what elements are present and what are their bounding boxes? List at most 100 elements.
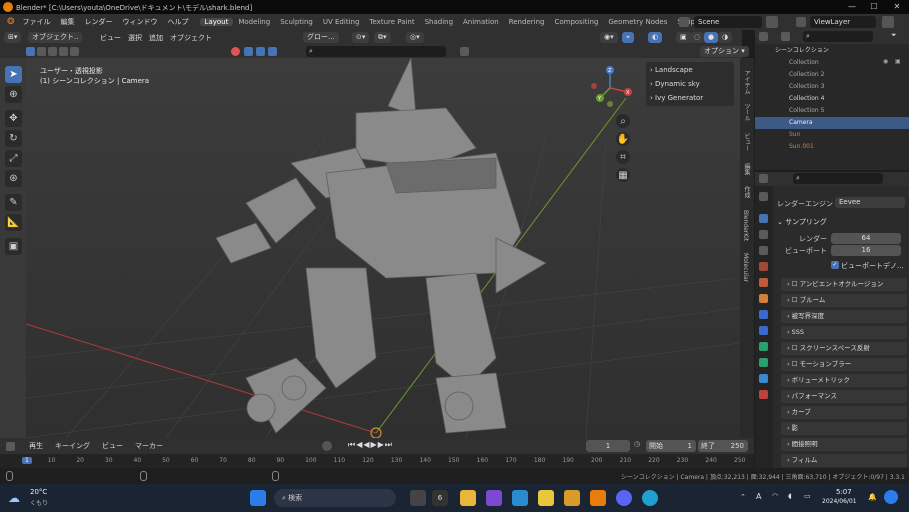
weather-temp[interactable]: 20°C (30, 488, 47, 496)
outliner-item-sun-001[interactable]: Sun.001 (755, 141, 909, 153)
panel-motion-blur[interactable]: › ☐ モーションブラー (781, 358, 907, 371)
select-subtract-icon[interactable] (48, 47, 57, 56)
filter-funnel-icon[interactable] (460, 47, 469, 56)
outliner-item-collection-3[interactable]: Collection 3 (755, 81, 909, 93)
filter-mesh-icon[interactable] (244, 47, 253, 56)
output-tab-icon[interactable] (759, 230, 768, 239)
world-tab-icon[interactable] (759, 278, 768, 287)
modifier-tab-icon[interactable] (759, 310, 768, 319)
end-frame-field[interactable]: 終了 250 (698, 440, 748, 452)
outliner-root[interactable]: シーンコレクション (755, 45, 909, 57)
battery-icon[interactable]: ▭ (804, 492, 811, 500)
widgets-badge[interactable]: 6 (432, 490, 448, 506)
outliner-filter-icon[interactable]: ⏷ (891, 31, 897, 40)
panel-film[interactable]: › フィルム (781, 454, 907, 467)
overlay-toggle-icon[interactable]: ◐ (648, 32, 663, 43)
menu-window[interactable]: ウィンドウ (118, 17, 163, 27)
panel-depth-of-field[interactable]: › 被写界深度 (781, 310, 907, 323)
menu-marker[interactable]: マーカー (135, 441, 163, 451)
camera-view-icon[interactable]: ⌗ (616, 150, 630, 164)
tool-tab-icon[interactable] (759, 192, 768, 201)
shading-wireframe-icon[interactable]: ◌ (690, 32, 705, 43)
menu-help[interactable]: ヘルプ (163, 17, 194, 27)
select-invert-icon[interactable] (59, 47, 68, 56)
visual-studio-icon[interactable] (486, 490, 502, 506)
tab-item[interactable]: アイテム (742, 70, 751, 94)
tab-texture-paint[interactable]: Texture Paint (364, 18, 419, 26)
navigation-gizmo[interactable]: Z X Y (586, 64, 634, 112)
tab-geometry-nodes[interactable]: Geometry Nodes (603, 18, 672, 26)
tab-layout[interactable]: Layout (199, 18, 234, 26)
timeline-editor-icon[interactable] (6, 441, 15, 451)
xray-icon[interactable]: ▣ (676, 32, 691, 43)
select-intersect-icon[interactable] (70, 47, 79, 56)
timeline-ruler[interactable]: 1 10 20 30 40 50 60 70 80 90 100 110 120 130 140 150 160… (0, 454, 754, 468)
copilot-icon[interactable] (884, 490, 898, 504)
volume-icon[interactable]: ◖ (788, 492, 792, 500)
start-windows-icon[interactable] (250, 490, 266, 506)
discord-icon[interactable] (616, 490, 632, 506)
tab-view[interactable]: ビュー (742, 133, 751, 151)
panel-dynamic-sky[interactable]: › Dynamic sky (650, 78, 730, 90)
panel-performance[interactable]: › パフォーマンス (781, 390, 907, 403)
view-layer-tab-icon[interactable] (759, 246, 768, 255)
proportional-edit-icon[interactable]: ◎▾ (406, 32, 424, 43)
maximize-button[interactable]: ☐ (863, 0, 885, 14)
rotate-tool-icon[interactable]: ↻ (5, 130, 22, 147)
edge-icon[interactable] (642, 490, 658, 506)
wifi-icon[interactable]: ◠ (772, 492, 778, 500)
panel-sss[interactable]: › SSS (781, 326, 907, 339)
ime-indicator[interactable]: A (756, 492, 761, 501)
properties-editor-icon[interactable] (759, 174, 768, 183)
snap-icon[interactable]: ⧉▾ (374, 32, 391, 43)
tab-blenderkit[interactable]: BlenderKit (742, 210, 749, 241)
viewport-search-input[interactable]: ⌕ (306, 46, 446, 57)
add-cube-tool-icon[interactable]: ▣ (5, 238, 22, 255)
panel-ambient-occlusion[interactable]: › ☐ アンビエントオクルージョン (781, 278, 907, 291)
scene-selector[interactable]: Scene (694, 16, 762, 28)
outliner-item-collection-5[interactable]: Collection 5 (755, 105, 909, 117)
visibility-icon[interactable]: ◉▾ (600, 32, 618, 43)
playback-controls[interactable]: ⏮◀◀▶▶⏭ (348, 440, 393, 450)
taskbar-search[interactable]: ⌕ 検索 (274, 489, 396, 507)
current-frame-field[interactable]: 1 (586, 440, 630, 452)
new-scene-icon[interactable] (766, 16, 778, 28)
filter-camera-icon[interactable] (268, 47, 277, 56)
tab-tool[interactable]: ツール (742, 103, 751, 121)
shading-material-icon[interactable]: ◑ (718, 32, 733, 43)
ortho-toggle-icon[interactable]: ▦ (616, 168, 630, 182)
app-icon-blue[interactable] (512, 490, 528, 506)
tab-modeling[interactable]: Modeling (233, 18, 275, 26)
outliner-item-camera[interactable]: Camera (755, 117, 909, 129)
menu-timeline-view[interactable]: ビュー (102, 441, 123, 451)
sampling-header[interactable]: ⌄ サンプリング (777, 217, 827, 227)
particles-tab-icon[interactable] (759, 326, 768, 335)
blender-menu-icon[interactable]: ❂ (4, 17, 18, 27)
outliner-item-sun[interactable]: Sun (755, 129, 909, 141)
display-mode-icon[interactable] (781, 32, 790, 41)
tab-compositing[interactable]: Compositing (549, 18, 603, 26)
select-box-icon[interactable] (26, 47, 35, 56)
view-layer-selector[interactable]: ViewLayer (810, 16, 876, 28)
tray-chevron-icon[interactable]: ⌃ (740, 493, 746, 501)
render-camera-icon[interactable]: ▣ (895, 58, 901, 65)
measure-tool-icon[interactable]: 📐 (5, 214, 22, 231)
tab-sculpting[interactable]: Sculpting (275, 18, 318, 26)
filter-light-icon[interactable] (256, 47, 265, 56)
panel-bloom[interactable]: › ☐ ブルーム (781, 294, 907, 307)
minimize-button[interactable]: — (841, 0, 863, 14)
move-tool-icon[interactable]: ✥ (5, 110, 22, 127)
menu-file[interactable]: ファイル (18, 17, 56, 27)
menu-add[interactable]: 追加 (149, 33, 163, 43)
record-icon[interactable] (322, 441, 332, 451)
data-tab-icon[interactable] (759, 374, 768, 383)
3d-viewport[interactable]: ユーザー・透視投影 (1) シーンコレクション | Camera Z X Y ⌕… (26, 58, 740, 438)
close-button[interactable]: ✕ (886, 0, 908, 14)
paint-icon[interactable] (564, 490, 580, 506)
outliner-search-input[interactable]: ⌕ (803, 31, 873, 42)
task-view-icon[interactable] (410, 490, 426, 506)
menu-edit[interactable]: 編集 (56, 17, 80, 27)
file-explorer-icon[interactable] (460, 490, 476, 506)
clock-date[interactable]: 2024/06/01 (822, 498, 857, 505)
physics-tab-icon[interactable] (759, 342, 768, 351)
